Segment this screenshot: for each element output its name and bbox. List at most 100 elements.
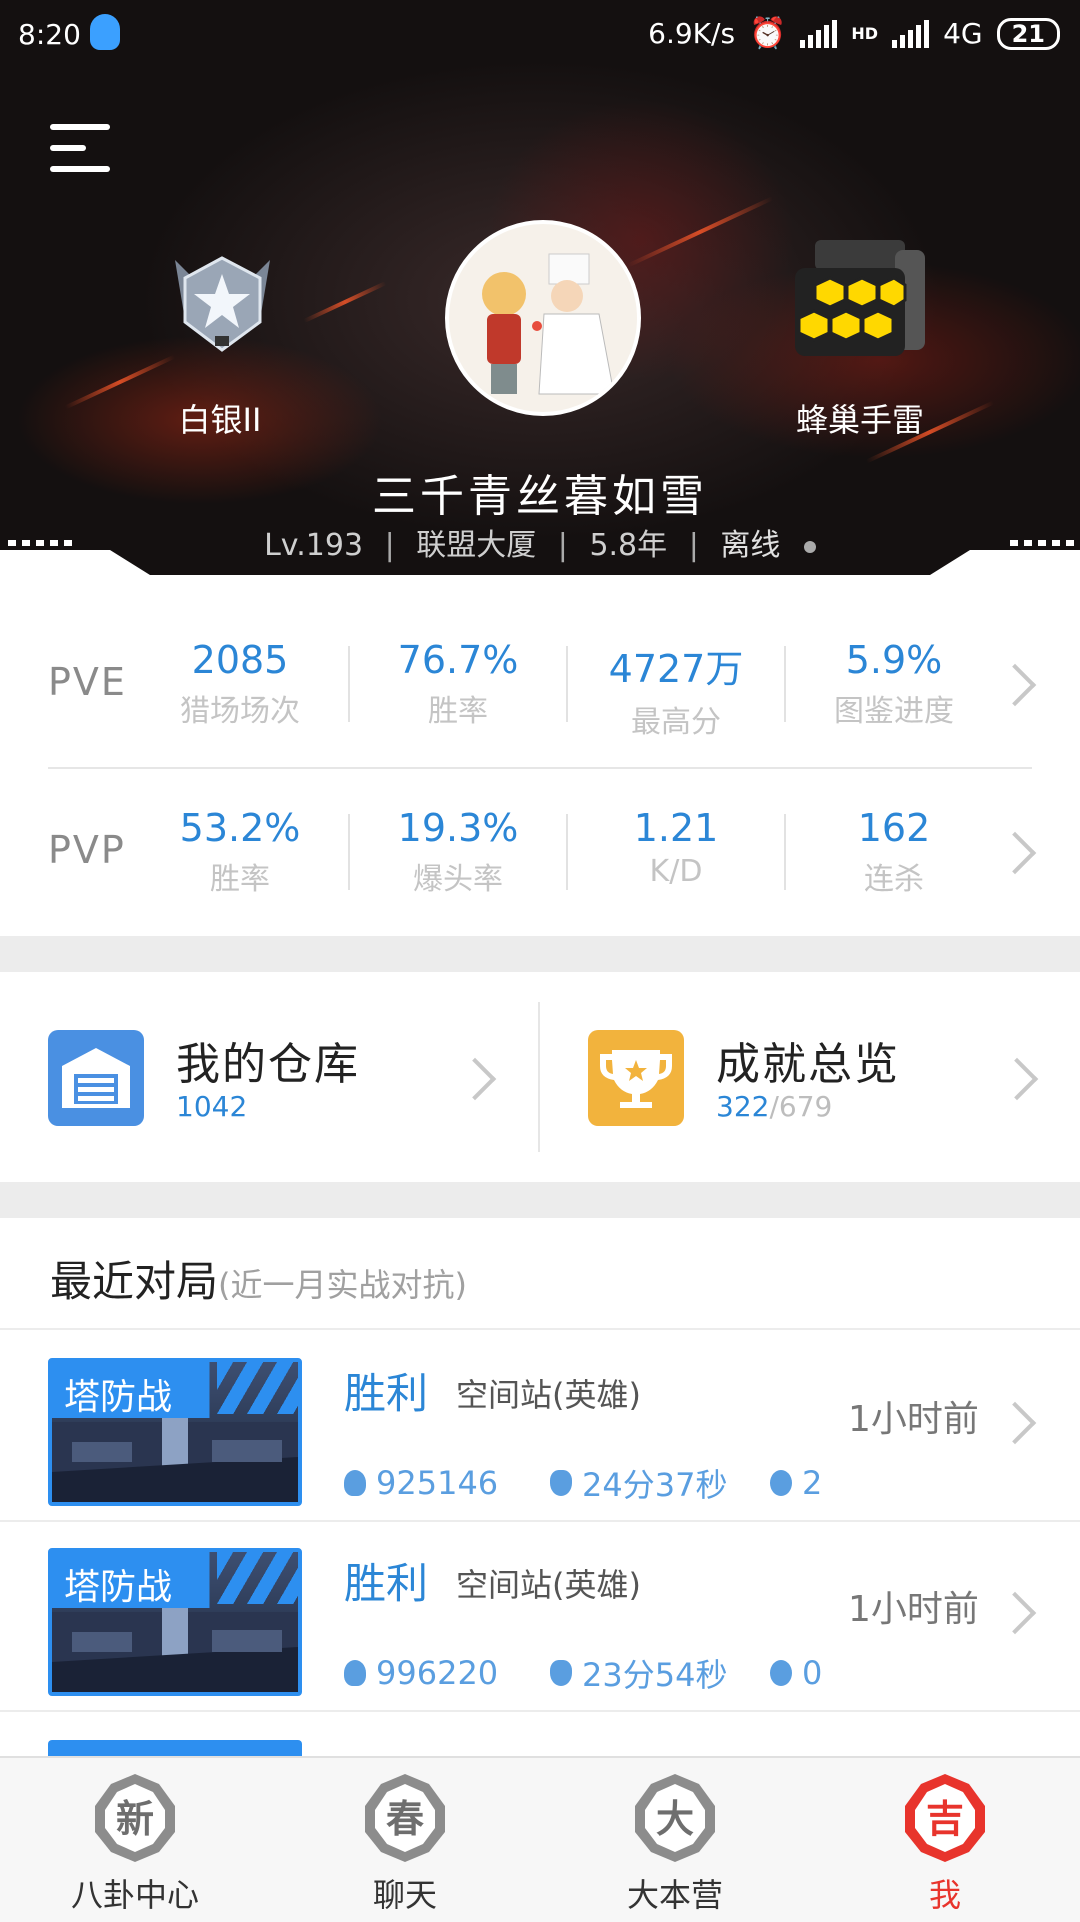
network-speed: 6.9K/s	[648, 17, 736, 50]
warehouse-title: 我的仓库	[176, 1039, 360, 1090]
pve-stats-row[interactable]: PVE 2085 猎场场次 76.7% 胜率 4727万 最高分 5.9% 图鉴…	[0, 600, 1080, 769]
rank-label: 白银II	[178, 401, 262, 439]
warehouse-count: 1042	[176, 1090, 248, 1123]
pve-stat: 2085 猎场场次	[140, 638, 340, 730]
match-row[interactable]: 塔防战 胜利 空间站(英雄) 1小时前 996220 23分54秒 0	[0, 1520, 1080, 1710]
tab-label: 聊天	[372, 1876, 437, 1914]
status-time: 8:20	[18, 18, 81, 51]
skull-icon	[770, 1470, 792, 1496]
match-time: 1小时前	[848, 1589, 979, 1630]
warehouse-icon	[48, 1030, 144, 1126]
pvp-stat: 162 连杀	[794, 806, 994, 898]
tab-chat[interactable]: 春 聊天	[270, 1758, 540, 1922]
deaths-value: 2	[802, 1464, 823, 1502]
grenade-icon[interactable]	[785, 240, 935, 360]
stat-label: 图鉴进度	[834, 694, 954, 729]
stat-label: 胜率	[428, 694, 488, 729]
stat-value: 76.7%	[397, 638, 519, 682]
match-map: 空间站(英雄)	[456, 1376, 641, 1414]
pve-mode-label: PVE	[48, 660, 127, 704]
chevron-right-icon[interactable]	[993, 663, 1037, 707]
match-score: 996220	[344, 1650, 550, 1696]
tab-gossip-center[interactable]: 新 八卦中心	[0, 1758, 270, 1922]
match-metrics: 925146 24分37秒 2	[344, 1460, 822, 1506]
match-mode: 塔防战	[64, 1567, 173, 1608]
chevron-right-icon[interactable]	[993, 831, 1037, 875]
emblem-text: 大	[656, 1797, 694, 1841]
stat-label: 胜率	[210, 862, 270, 897]
timer-icon	[550, 1660, 572, 1686]
match-duration: 23分54秒	[550, 1650, 770, 1696]
network-type: 4G	[943, 17, 983, 50]
stat-value: 5.9%	[845, 638, 943, 682]
rank-badge-icon[interactable]	[165, 250, 280, 360]
match-mode: 塔防战	[64, 1377, 173, 1418]
quick-cards: 我的仓库 1042 成就总览 322/679	[0, 972, 1080, 1182]
warehouse-card[interactable]: 我的仓库 1042	[0, 972, 540, 1182]
match-duration: 24分37秒	[550, 1460, 770, 1506]
tab-label: 大本营	[626, 1876, 723, 1914]
match-map: 空间站(英雄)	[456, 1566, 641, 1604]
divider	[566, 814, 568, 890]
chevron-right-icon	[453, 1057, 497, 1101]
hd-label: HD	[851, 24, 879, 43]
divider	[784, 646, 786, 722]
chevron-right-icon	[993, 1401, 1037, 1445]
tab-headquarters[interactable]: 大 大本营	[540, 1758, 810, 1922]
match-row[interactable]: 塔防战 胜利 空间站(英雄) 1小时前 925146 24分37秒 2	[0, 1330, 1080, 1520]
section-gap	[0, 1182, 1080, 1218]
stat-label: 最高分	[631, 705, 721, 740]
alarm-icon: ⏰	[749, 16, 787, 51]
achievements-done: 322	[716, 1090, 770, 1123]
status-bar: 8:20 6.9K/s ⏰ HD 4G 21	[0, 0, 1080, 70]
pvp-stat: 53.2% 胜率	[140, 806, 340, 898]
tab-me[interactable]: 吉 我	[810, 1758, 1080, 1922]
section-gap	[0, 936, 1080, 972]
battery-icon: 21	[996, 17, 1060, 50]
achievements-title: 成就总览	[716, 1039, 900, 1090]
recent-heading: 最近对局	[50, 1257, 219, 1306]
menu-icon[interactable]	[50, 120, 110, 176]
achievements-progress: 322/679	[716, 1090, 832, 1123]
match-metrics: 996220 23分54秒 0	[344, 1650, 822, 1696]
stat-value: 1.21	[633, 806, 719, 850]
chevron-right-icon	[993, 1591, 1037, 1635]
tag-stripes	[217, 1362, 298, 1414]
stat-value: 19.3%	[397, 806, 519, 850]
match-time: 1小时前	[848, 1399, 979, 1440]
score-value: 925146	[376, 1464, 499, 1502]
stat-value: 4727万	[608, 647, 744, 691]
achievements-card[interactable]: 成就总览 322/679	[540, 972, 1080, 1182]
decor-streak	[626, 196, 774, 268]
match-result: 胜利	[344, 1559, 429, 1608]
decor-streak	[303, 281, 387, 323]
divider	[348, 814, 350, 890]
achievements-total: /679	[769, 1090, 833, 1123]
match-score: 925146	[344, 1460, 550, 1506]
stat-label: 猎场场次	[180, 694, 300, 729]
divider	[0, 1710, 1080, 1712]
timer-icon	[550, 1470, 572, 1496]
avatar[interactable]	[445, 220, 641, 416]
stat-value: 53.2%	[179, 806, 301, 850]
pvp-stats-row[interactable]: PVP 53.2% 胜率 19.3% 爆头率 1.21 K/D 162 连杀	[0, 768, 1080, 936]
trophy-icon	[588, 1030, 684, 1126]
match-deaths: 2	[770, 1460, 822, 1506]
match-result: 胜利	[344, 1369, 429, 1418]
score-icon	[344, 1470, 366, 1496]
emblem-text: 吉	[926, 1797, 964, 1841]
pve-stat: 4727万 最高分	[576, 638, 776, 741]
emblem-ji-icon: 吉	[905, 1774, 985, 1862]
tab-label: 八卦中心	[70, 1876, 199, 1914]
emblem-xin-icon: 新	[95, 1774, 175, 1862]
stat-value: 2085	[191, 638, 289, 682]
qq-icon	[90, 14, 120, 50]
tab-label: 我	[928, 1876, 961, 1914]
weapon-label: 蜂巢手雷	[795, 401, 924, 439]
match-thumbnail: 塔防战	[48, 1358, 302, 1506]
player-name: 三千青丝暮如雪	[372, 471, 708, 522]
emblem-text: 新	[116, 1797, 154, 1841]
recent-matches: 最近对局(近一月实战对抗) 塔防战 胜利 空间站(英雄) 1小时前 925146…	[0, 1218, 1080, 1760]
stat-label: 连杀	[864, 862, 924, 897]
divider	[784, 814, 786, 890]
